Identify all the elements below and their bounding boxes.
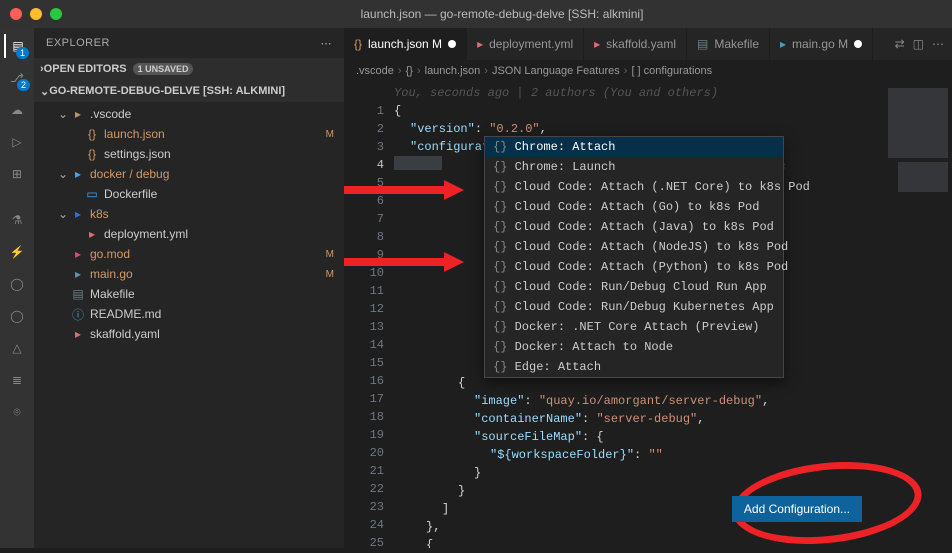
gh-icon[interactable]: ◯ xyxy=(5,272,29,296)
intellisense-popup[interactable]: {} Chrome: Attach{} Chrome: Launch{} Clo… xyxy=(484,136,784,378)
scm-icon[interactable]: ⎇2 xyxy=(5,66,29,90)
warn-icon[interactable]: △ xyxy=(5,336,29,360)
suggestion-item[interactable]: {} Docker: Attach to Node xyxy=(485,337,783,357)
editor-tab[interactable]: ▸skaffold.yaml xyxy=(584,28,687,60)
editor-tab[interactable]: {}launch.json M xyxy=(344,28,467,60)
suggestion-item[interactable]: {} Cloud Code: Attach (Java) to k8s Pod xyxy=(485,217,783,237)
more-tab-icon[interactable]: ⋯ xyxy=(932,37,944,51)
tree-item[interactable]: {}settings.json xyxy=(34,144,344,164)
tree-item[interactable]: ▤Makefile xyxy=(34,284,344,304)
annotation-arrow xyxy=(344,178,464,202)
editor-tabs: {}launch.json M▸deployment.yml▸skaffold.… xyxy=(344,28,952,60)
suggestion-item[interactable]: {} Chrome: Launch xyxy=(485,157,783,177)
explorer-title: EXPLORER xyxy=(46,37,110,49)
run-icon[interactable]: ▷ xyxy=(5,130,29,154)
suggestion-item[interactable]: {} Chrome: Attach xyxy=(485,137,783,157)
explorer-icon[interactable]: ▤1 xyxy=(4,34,28,58)
split-icon[interactable]: ◫ xyxy=(913,37,924,51)
suggestion-item[interactable]: {} Cloud Code: Run/Debug Kubernetes App xyxy=(485,297,783,317)
close-dot[interactable] xyxy=(10,8,22,20)
suggestion-item[interactable]: {} Cloud Code: Attach (Python) to k8s Po… xyxy=(485,257,783,277)
tree-item[interactable]: ⌄▸k8s xyxy=(34,204,344,224)
project-section[interactable]: ⌄ GO-REMOTE-DEBUG-DELVE [SSH: ALKMINI] xyxy=(34,80,344,102)
compare-icon[interactable]: ⇄ xyxy=(895,37,905,51)
min-dot[interactable] xyxy=(30,8,42,20)
tree-item[interactable]: ▭Dockerfile xyxy=(34,184,344,204)
tree-item[interactable]: ▸deployment.yml xyxy=(34,224,344,244)
tree-item[interactable]: ▸go.modM xyxy=(34,244,344,264)
traffic-lights xyxy=(10,8,62,20)
editor-tab[interactable]: ▤Makefile xyxy=(687,28,770,60)
tree-item[interactable]: ⓘREADME.md xyxy=(34,304,344,324)
suggestion-item[interactable]: {} Edge: Attach xyxy=(485,357,783,377)
suggestion-item[interactable]: {} Cloud Code: Attach (Go) to k8s Pod xyxy=(485,197,783,217)
spark-icon[interactable]: ⚡ xyxy=(5,240,29,264)
breadcrumb[interactable]: .vscode › {} › launch.json › JSON Langua… xyxy=(344,60,952,82)
tree-item[interactable]: ▸main.goM xyxy=(34,264,344,284)
file-tree: ⌄▸.vscode{}launch.jsonM{}settings.json⌄▸… xyxy=(34,102,344,346)
editor-tab[interactable]: ▸main.go M xyxy=(770,28,873,60)
test-icon[interactable]: ⚗ xyxy=(5,208,29,232)
wheel-icon[interactable]: ⌾ xyxy=(5,400,29,424)
activity-bar: ▤1 ⎇2 ☁ ▷ ⊞ ⚗ ⚡ ◯ ◯ △ ≣ ⌾ xyxy=(0,28,34,548)
db-icon[interactable]: ≣ xyxy=(5,368,29,392)
annotation-arrow xyxy=(344,250,464,274)
sidebar: EXPLORER ⋯ › OPEN EDITORS 1 UNSAVED ⌄ GO… xyxy=(34,28,344,548)
editor-tab[interactable]: ▸deployment.yml xyxy=(467,28,584,60)
tree-item[interactable]: ▸skaffold.yaml xyxy=(34,324,344,344)
editor-area: {}launch.json M▸deployment.yml▸skaffold.… xyxy=(344,28,952,548)
suggestion-item[interactable]: {} Cloud Code: Attach (NodeJS) to k8s Po… xyxy=(485,237,783,257)
gh2-icon[interactable]: ◯ xyxy=(5,304,29,328)
tree-item[interactable]: {}launch.jsonM xyxy=(34,124,344,144)
window-title-bar: launch.json — go-remote-debug-delve [SSH… xyxy=(0,0,952,28)
open-editors-section[interactable]: › OPEN EDITORS 1 UNSAVED xyxy=(34,58,344,80)
suggestion-item[interactable]: {} Cloud Code: Run/Debug Cloud Run App xyxy=(485,277,783,297)
suggestion-item[interactable]: {} Cloud Code: Attach (.NET Core) to k8s… xyxy=(485,177,783,197)
tree-item[interactable]: ⌄▸.vscode xyxy=(34,104,344,124)
add-configuration-button[interactable]: Add Configuration... xyxy=(732,496,862,522)
line-gutter: 1234567891011121314151617181920212223242… xyxy=(344,82,394,548)
tree-item[interactable]: ⌄▸docker / debug xyxy=(34,164,344,184)
cloud-icon[interactable]: ☁ xyxy=(5,98,29,122)
ext-icon[interactable]: ⊞ xyxy=(5,162,29,186)
window-title: launch.json — go-remote-debug-delve [SSH… xyxy=(62,7,942,21)
more-icon[interactable]: ⋯ xyxy=(321,37,333,50)
suggestion-item[interactable]: {} Docker: .NET Core Attach (Preview) xyxy=(485,317,783,337)
max-dot[interactable] xyxy=(50,8,62,20)
